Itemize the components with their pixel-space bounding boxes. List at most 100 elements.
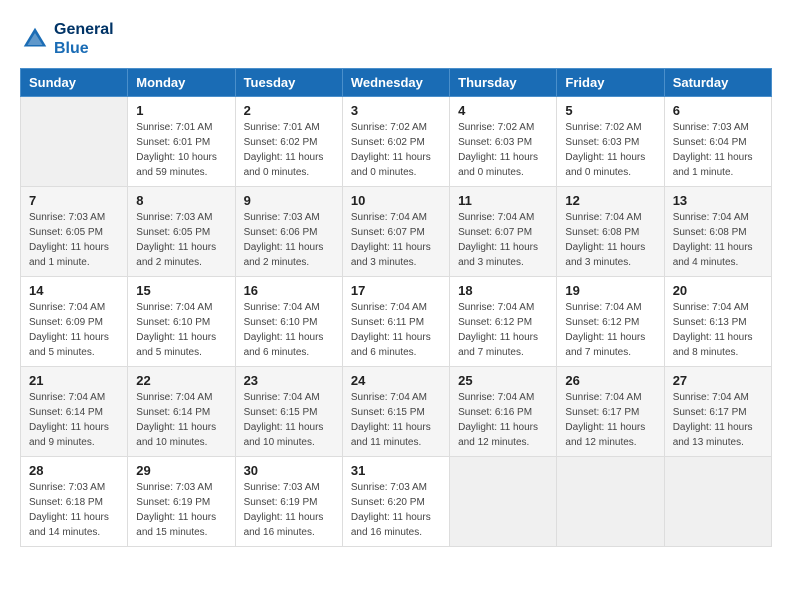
- day-info: Sunrise: 7:04 AM Sunset: 6:08 PM Dayligh…: [565, 210, 655, 270]
- day-info: Sunrise: 7:04 AM Sunset: 6:17 PM Dayligh…: [565, 390, 655, 450]
- day-info: Sunrise: 7:03 AM Sunset: 6:05 PM Dayligh…: [136, 210, 226, 270]
- day-number: 25: [458, 373, 548, 388]
- week-row-4: 21 Sunrise: 7:04 AM Sunset: 6:14 PM Dayli…: [21, 367, 772, 457]
- day-cell: 24Sunrise: 7:04 AM Sunset: 6:15 PM Dayli…: [342, 367, 449, 457]
- day-number: 29: [136, 463, 226, 478]
- day-cell: [557, 457, 664, 547]
- day-info: Sunrise: 7:04 AM Sunset: 6:12 PM Dayligh…: [458, 300, 548, 360]
- day-cell: [21, 97, 128, 187]
- day-info: Sunrise: 7:04 AM Sunset: 6:14 PM Dayligh…: [29, 390, 119, 450]
- day-number: 18: [458, 283, 548, 298]
- day-number: 21: [29, 373, 119, 388]
- day-number: 9: [244, 193, 334, 208]
- day-header-wednesday: Wednesday: [342, 69, 449, 97]
- day-number: 1: [136, 103, 226, 118]
- day-header-monday: Monday: [128, 69, 235, 97]
- day-number: 6: [673, 103, 763, 118]
- day-header-thursday: Thursday: [450, 69, 557, 97]
- day-cell: 31 Sunrise: 7:03 AM Sunset: 6:20 PM Dayli…: [342, 457, 449, 547]
- day-cell: 30 Sunrise: 7:03 AM Sunset: 6:19 PM Dayli…: [235, 457, 342, 547]
- day-cell: 26 Sunrise: 7:04 AM Sunset: 6:17 PM Dayli…: [557, 367, 664, 457]
- day-number: 28: [29, 463, 119, 478]
- day-number: 15: [136, 283, 226, 298]
- day-info: Sunrise: 7:04 AM Sunset: 6:08 PM Dayligh…: [673, 210, 763, 270]
- day-number: 22: [136, 373, 226, 388]
- day-number: 31: [351, 463, 441, 478]
- day-cell: 27 Sunrise: 7:04 AM Sunset: 6:17 PM Dayli…: [664, 367, 771, 457]
- day-number: 11: [458, 193, 548, 208]
- day-info: Sunrise: 7:04 AM Sunset: 6:07 PM Dayligh…: [351, 210, 441, 270]
- day-info: Sunrise: 7:03 AM Sunset: 6:04 PM Dayligh…: [673, 120, 763, 180]
- calendar-table: SundayMondayTuesdayWednesdayThursdayFrid…: [20, 68, 772, 547]
- calendar-body: 1 Sunrise: 7:01 AM Sunset: 6:01 PM Daylig…: [21, 97, 772, 547]
- day-cell: [664, 457, 771, 547]
- day-cell: 10Sunrise: 7:04 AM Sunset: 6:07 PM Dayli…: [342, 187, 449, 277]
- day-info: Sunrise: 7:01 AM Sunset: 6:01 PM Dayligh…: [136, 120, 226, 180]
- week-row-3: 14Sunrise: 7:04 AM Sunset: 6:09 PM Dayli…: [21, 277, 772, 367]
- day-cell: 5 Sunrise: 7:02 AM Sunset: 6:03 PM Daylig…: [557, 97, 664, 187]
- week-row-5: 28 Sunrise: 7:03 AM Sunset: 6:18 PM Dayli…: [21, 457, 772, 547]
- day-cell: 29 Sunrise: 7:03 AM Sunset: 6:19 PM Dayli…: [128, 457, 235, 547]
- day-info: Sunrise: 7:02 AM Sunset: 6:03 PM Dayligh…: [458, 120, 548, 180]
- day-info: Sunrise: 7:03 AM Sunset: 6:18 PM Dayligh…: [29, 480, 119, 540]
- day-number: 23: [244, 373, 334, 388]
- day-number: 3: [351, 103, 441, 118]
- day-cell: 28 Sunrise: 7:03 AM Sunset: 6:18 PM Dayli…: [21, 457, 128, 547]
- day-cell: 20Sunrise: 7:04 AM Sunset: 6:13 PM Dayli…: [664, 277, 771, 367]
- logo-icon: [20, 24, 50, 54]
- day-header-sunday: Sunday: [21, 69, 128, 97]
- day-info: Sunrise: 7:02 AM Sunset: 6:02 PM Dayligh…: [351, 120, 441, 180]
- day-number: 4: [458, 103, 548, 118]
- day-cell: 13 Sunrise: 7:04 AM Sunset: 6:08 PM Dayli…: [664, 187, 771, 277]
- day-info: Sunrise: 7:04 AM Sunset: 6:16 PM Dayligh…: [458, 390, 548, 450]
- day-number: 12: [565, 193, 655, 208]
- day-info: Sunrise: 7:04 AM Sunset: 6:17 PM Dayligh…: [673, 390, 763, 450]
- day-number: 8: [136, 193, 226, 208]
- day-cell: 3 Sunrise: 7:02 AM Sunset: 6:02 PM Daylig…: [342, 97, 449, 187]
- day-cell: 17Sunrise: 7:04 AM Sunset: 6:11 PM Dayli…: [342, 277, 449, 367]
- day-info: Sunrise: 7:04 AM Sunset: 6:13 PM Dayligh…: [673, 300, 763, 360]
- day-number: 19: [565, 283, 655, 298]
- day-cell: [450, 457, 557, 547]
- day-info: Sunrise: 7:04 AM Sunset: 6:10 PM Dayligh…: [244, 300, 334, 360]
- day-cell: 18 Sunrise: 7:04 AM Sunset: 6:12 PM Dayli…: [450, 277, 557, 367]
- day-number: 27: [673, 373, 763, 388]
- day-cell: 2 Sunrise: 7:01 AM Sunset: 6:02 PM Daylig…: [235, 97, 342, 187]
- day-cell: 15 Sunrise: 7:04 AM Sunset: 6:10 PM Dayli…: [128, 277, 235, 367]
- day-cell: 4 Sunrise: 7:02 AM Sunset: 6:03 PM Daylig…: [450, 97, 557, 187]
- day-info: Sunrise: 7:04 AM Sunset: 6:14 PM Dayligh…: [136, 390, 226, 450]
- day-info: Sunrise: 7:03 AM Sunset: 6:19 PM Dayligh…: [244, 480, 334, 540]
- logo: General Blue: [20, 20, 114, 58]
- day-cell: 22 Sunrise: 7:04 AM Sunset: 6:14 PM Dayli…: [128, 367, 235, 457]
- day-cell: 11 Sunrise: 7:04 AM Sunset: 6:07 PM Dayli…: [450, 187, 557, 277]
- week-row-2: 7 Sunrise: 7:03 AM Sunset: 6:05 PM Daylig…: [21, 187, 772, 277]
- day-number: 24: [351, 373, 441, 388]
- day-number: 13: [673, 193, 763, 208]
- day-cell: 14Sunrise: 7:04 AM Sunset: 6:09 PM Dayli…: [21, 277, 128, 367]
- day-info: Sunrise: 7:04 AM Sunset: 6:15 PM Dayligh…: [244, 390, 334, 450]
- day-number: 16: [244, 283, 334, 298]
- day-number: 30: [244, 463, 334, 478]
- day-info: Sunrise: 7:04 AM Sunset: 6:10 PM Dayligh…: [136, 300, 226, 360]
- day-info: Sunrise: 7:04 AM Sunset: 6:07 PM Dayligh…: [458, 210, 548, 270]
- day-info: Sunrise: 7:03 AM Sunset: 6:19 PM Dayligh…: [136, 480, 226, 540]
- day-number: 2: [244, 103, 334, 118]
- day-cell: 9 Sunrise: 7:03 AM Sunset: 6:06 PM Daylig…: [235, 187, 342, 277]
- day-number: 7: [29, 193, 119, 208]
- day-info: Sunrise: 7:03 AM Sunset: 6:20 PM Dayligh…: [351, 480, 441, 540]
- day-info: Sunrise: 7:01 AM Sunset: 6:02 PM Dayligh…: [244, 120, 334, 180]
- day-number: 5: [565, 103, 655, 118]
- days-of-week-row: SundayMondayTuesdayWednesdayThursdayFrid…: [21, 69, 772, 97]
- day-header-tuesday: Tuesday: [235, 69, 342, 97]
- day-info: Sunrise: 7:03 AM Sunset: 6:06 PM Dayligh…: [244, 210, 334, 270]
- day-number: 26: [565, 373, 655, 388]
- day-info: Sunrise: 7:04 AM Sunset: 6:09 PM Dayligh…: [29, 300, 119, 360]
- day-cell: 19Sunrise: 7:04 AM Sunset: 6:12 PM Dayli…: [557, 277, 664, 367]
- page-header: General Blue: [20, 20, 772, 58]
- day-cell: 16 Sunrise: 7:04 AM Sunset: 6:10 PM Dayli…: [235, 277, 342, 367]
- day-info: Sunrise: 7:02 AM Sunset: 6:03 PM Dayligh…: [565, 120, 655, 180]
- day-number: 17: [351, 283, 441, 298]
- day-cell: 7Sunrise: 7:03 AM Sunset: 6:05 PM Daylig…: [21, 187, 128, 277]
- logo-text: General Blue: [54, 20, 114, 58]
- day-header-friday: Friday: [557, 69, 664, 97]
